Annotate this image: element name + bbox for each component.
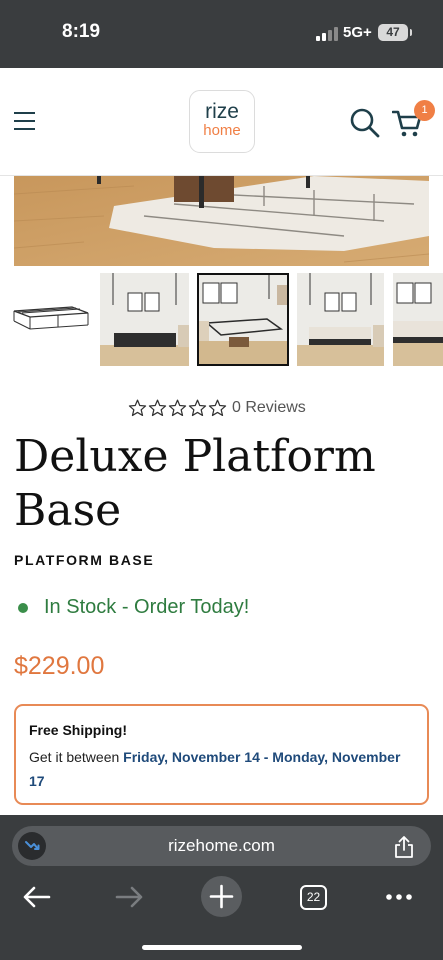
logo-text-home: home xyxy=(203,122,241,139)
site-logo[interactable]: rize home xyxy=(189,90,255,153)
star-icon xyxy=(208,399,227,417)
product-hero-image[interactable] xyxy=(14,176,429,266)
battery-icon: 47 xyxy=(378,24,412,41)
thumbnail-bed-frame[interactable] xyxy=(12,273,90,366)
stock-text: In Stock - Order Today! xyxy=(44,596,250,618)
star-rating xyxy=(128,399,227,417)
status-bar: 8:19 5G+ 47 xyxy=(0,0,443,68)
status-time: 8:19 xyxy=(62,21,101,42)
star-icon xyxy=(148,399,167,417)
thumbnail-room-2[interactable] xyxy=(197,273,289,366)
share-icon[interactable] xyxy=(393,835,415,859)
star-icon xyxy=(168,399,187,417)
stock-status: In Stock - Order Today! xyxy=(14,596,249,619)
shipping-prefix: Get it between xyxy=(29,749,124,765)
forward-arrow-icon[interactable] xyxy=(114,885,144,909)
thumbnail-room-1[interactable] xyxy=(100,273,189,366)
product-title: Deluxe Platform Base xyxy=(14,431,376,536)
site-header: rize home 1 xyxy=(0,68,443,176)
signal-icon xyxy=(316,27,338,41)
new-tab-plus-icon[interactable] xyxy=(201,876,242,917)
network-type: 5G+ xyxy=(343,24,372,41)
more-icon[interactable] xyxy=(385,893,413,901)
logo-text-rize: rize xyxy=(205,100,239,123)
cart-count-badge: 1 xyxy=(414,100,435,121)
star-icon xyxy=(188,399,207,417)
url-text[interactable]: rizehome.com xyxy=(12,836,431,856)
reviews-count[interactable]: 0 Reviews xyxy=(232,399,306,417)
shipping-title: Free Shipping! xyxy=(29,722,127,738)
address-bar[interactable]: rizehome.com xyxy=(12,826,431,866)
stock-dot-icon xyxy=(18,602,28,613)
thumbnail-room-4[interactable] xyxy=(393,273,443,366)
star-icon xyxy=(128,399,147,417)
product-subtitle: PLATFORM BASE xyxy=(14,552,155,568)
tabs-icon[interactable]: 22 xyxy=(300,885,327,910)
home-indicator xyxy=(142,945,302,950)
hamburger-menu-icon[interactable] xyxy=(14,112,35,130)
shipping-info-box: Free Shipping! Get it between Friday, No… xyxy=(14,704,429,805)
product-price: $229.00 xyxy=(14,652,105,680)
shipping-text: Get it between Friday, November 14 - Mon… xyxy=(29,745,414,793)
browser-toolbar: rizehome.com 22 xyxy=(0,815,443,960)
back-arrow-icon[interactable] xyxy=(22,885,52,909)
thumbnail-room-3[interactable] xyxy=(297,273,384,366)
search-icon[interactable] xyxy=(350,108,380,138)
reviews-row[interactable]: 0 Reviews xyxy=(128,397,306,419)
thumbnail-strip xyxy=(0,273,443,367)
